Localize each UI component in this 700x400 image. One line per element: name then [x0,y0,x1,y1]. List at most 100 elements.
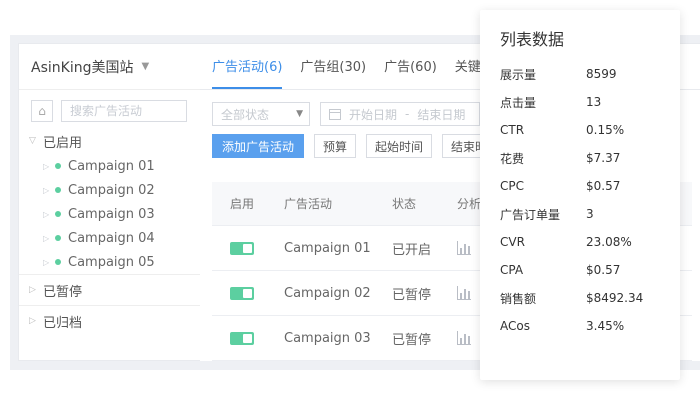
group-label: 已归档 [43,315,83,331]
date-separator: - [405,107,410,121]
metric-value: 0.15% [586,123,625,137]
toggle-cell [212,241,274,255]
home-icon[interactable]: ⌂ [31,100,53,122]
start-date-placeholder: 开始日期 [349,107,398,122]
metric-value: $0.57 [586,263,621,277]
campaign-search-input[interactable] [61,100,187,122]
campaign-sidebar: AsinKing美国站 ▼ ⌂ ▽ 已启用 ▷ Campaign 01 ▷ Ca… [18,43,208,361]
sidebar-search-row: ⌂ [19,90,207,128]
metric-row: CTR 0.15% [500,116,660,144]
metric-row: 点击量 13 [500,88,660,116]
metric-label: 广告订单量 [500,207,561,222]
caret-down-icon: ▼ [296,109,303,119]
bar-chart-icon[interactable] [457,331,471,345]
status-select[interactable]: 全部状态 ▼ [212,102,310,126]
campaign-name[interactable]: Campaign 03 [274,331,392,346]
sidebar-campaign-item[interactable]: ▷ Campaign 02 [19,178,207,202]
metric-value: $0.57 [586,179,621,193]
store-selector[interactable]: AsinKing美国站 ▼ [19,44,207,90]
metric-row: 花费 $7.37 [500,144,660,172]
campaign-label: Campaign 03 [68,206,155,222]
status-text: 已暂停 [392,287,432,303]
metric-row: 展示量 8599 [500,60,660,88]
add-campaign-button[interactable]: 添加广告活动 [212,134,305,158]
budget-button[interactable]: 预算 [314,134,357,158]
metric-value: 8599 [586,67,617,81]
bar-chart-icon[interactable] [457,286,471,300]
metric-label: 花费 [500,151,525,166]
start-time-button[interactable]: 起始时间 [366,134,433,158]
calendar-icon [329,108,341,120]
chevron-right-icon: ▷ [43,257,50,267]
bar-chart-icon[interactable] [457,241,471,255]
column-header: 启用 [230,197,255,211]
enable-toggle[interactable] [230,241,254,255]
chevron-right-icon: ▷ [29,316,36,326]
tab-ads[interactable]: 广告(60) [384,56,437,89]
column-header: 广告活动 [284,197,333,211]
group-label: 已启用 [43,135,83,151]
chevron-right-icon: ▷ [43,233,50,243]
metric-value: $7.37 [586,151,621,165]
chevron-right-icon: ▷ [29,285,36,295]
metric-row: 销售额 $8492.34 [500,284,660,312]
group-enabled[interactable]: ▽ 已启用 [19,128,207,154]
status-dot-icon [55,163,61,169]
metric-value: $8492.34 [586,291,644,305]
chevron-down-icon: ▽ [29,136,36,146]
chevron-right-icon: ▷ [43,185,50,195]
column-header: 状态 [392,197,417,211]
sidebar-campaign-item[interactable]: ▷ Campaign 04 [19,226,207,250]
metric-label: CPA [500,263,524,277]
sidebar-campaign-item[interactable]: ▷ Campaign 03 [19,202,207,226]
metric-row: ACos 3.45% [500,312,660,340]
status-dot-icon [55,235,61,241]
toggle-cell [212,331,274,345]
metric-row: CPC $0.57 [500,172,660,200]
campaign-name[interactable]: Campaign 02 [274,286,392,301]
metric-value: 3.45% [586,319,625,333]
popover-title: 列表数据 [500,30,565,49]
metrics-popover: 列表数据 展示量 8599 点击量 13 CTR 0.15% 花费 $7.37 CPC $… [480,10,680,380]
toggle-cell [212,286,274,300]
chevron-right-icon: ▷ [43,209,50,219]
enable-toggle[interactable] [230,286,254,300]
status-select-placeholder: 全部状态 [221,107,270,122]
status-dot-icon [55,187,61,193]
status-text: 已开启 [392,242,432,258]
status-text: 已暂停 [392,332,432,348]
tab-ad-groups[interactable]: 广告组(30) [300,56,366,89]
metric-label: 销售额 [500,291,537,306]
metric-value: 23.08% [586,235,632,249]
campaign-label: Campaign 02 [68,182,155,198]
enable-toggle[interactable] [230,331,254,345]
metric-label: ACos [500,319,530,333]
metric-label: CVR [500,235,525,249]
metric-row: CPA $0.57 [500,256,660,284]
campaign-label: Campaign 04 [68,230,155,246]
sidebar-campaign-item[interactable]: ▷ Campaign 05 [19,250,207,274]
campaign-name[interactable]: Campaign 01 [274,241,392,256]
store-name: AsinKing美国站 [31,59,134,76]
metric-label: CPC [500,179,524,193]
group-archived[interactable]: ▷ 已归档 [19,306,207,336]
group-paused[interactable]: ▷ 已暂停 [19,275,207,305]
metric-row: CVR 23.08% [500,228,660,256]
end-date-placeholder: 结束日期 [417,107,466,122]
sidebar-campaign-item[interactable]: ▷ Campaign 01 [19,154,207,178]
metric-label: 展示量 [500,67,537,82]
metric-label: 点击量 [500,95,537,110]
metric-value: 13 [586,95,602,109]
caret-down-icon: ▼ [141,61,150,72]
metric-value: 3 [586,207,594,221]
status-dot-icon [55,211,61,217]
chevron-right-icon: ▷ [43,161,50,171]
campaign-label: Campaign 05 [68,254,155,270]
tab-campaigns[interactable]: 广告活动(6) [212,56,283,89]
metric-label: CTR [500,123,525,137]
campaign-label: Campaign 01 [68,158,155,174]
group-label: 已暂停 [43,284,83,300]
date-range-picker[interactable]: 开始日期 - 结束日期 [320,102,480,126]
metric-row: 广告订单量 3 [500,200,660,228]
status-dot-icon [55,259,61,265]
